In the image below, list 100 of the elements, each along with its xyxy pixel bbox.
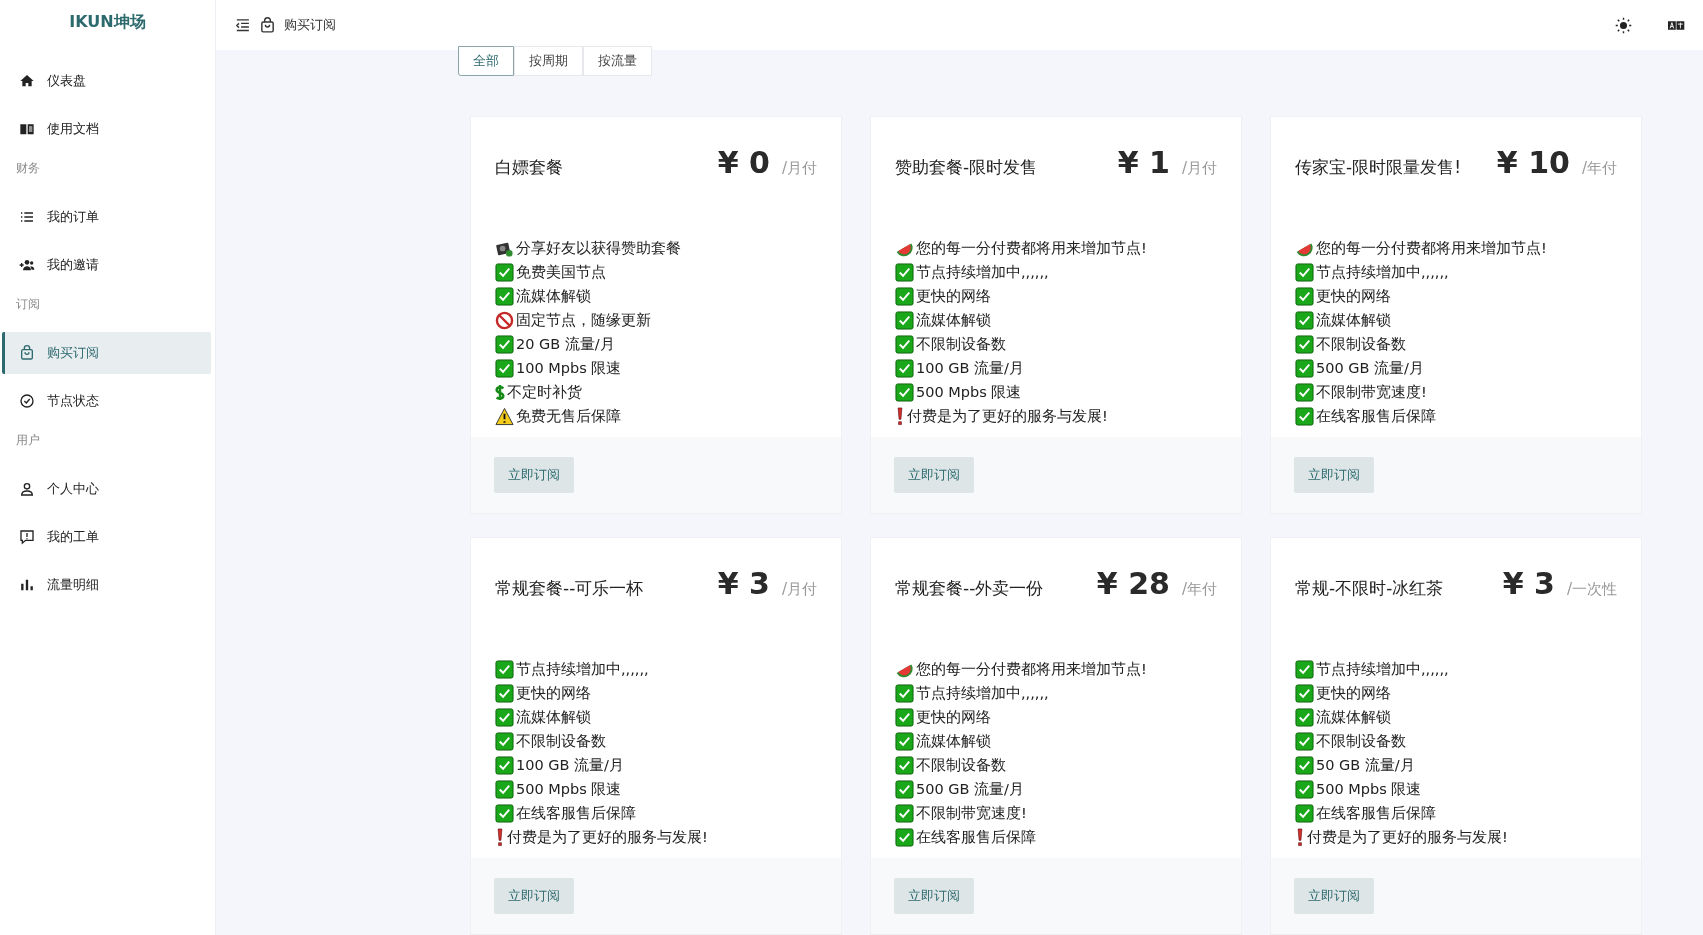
plan-name: 白嫖套餐 bbox=[495, 156, 564, 179]
sidebar-item[interactable]: 使用文档 bbox=[2, 108, 211, 150]
feature-text: 在线客服售后保障 bbox=[1316, 804, 1436, 823]
feature-text: 您的每一分付费都将用来增加节点! bbox=[1316, 239, 1547, 258]
check-circle-icon bbox=[19, 393, 35, 409]
feature-text: 不限制带宽速度! bbox=[1316, 383, 1427, 402]
feature-text: 分享好友以获得赞助套餐 bbox=[516, 239, 681, 258]
filter-tab[interactable]: 全部 bbox=[458, 46, 514, 76]
book-icon bbox=[19, 121, 35, 137]
add-users-icon bbox=[19, 257, 35, 273]
subscribe-button[interactable]: 立即订阅 bbox=[894, 457, 974, 493]
prohibited-icon bbox=[495, 311, 514, 330]
feedback-icon bbox=[19, 529, 35, 545]
sidebar-item[interactable]: 仪表盘 bbox=[2, 60, 211, 102]
checkbox-icon bbox=[495, 660, 514, 679]
checkbox-icon bbox=[895, 335, 914, 354]
checkbox-icon bbox=[895, 780, 914, 799]
feature-text: 不限制设备数 bbox=[916, 756, 1006, 775]
plan-price: ¥ 3 bbox=[1502, 566, 1555, 601]
feature-text: 更快的网络 bbox=[1316, 287, 1391, 306]
feature-text: 付费是为了更好的服务与发展! bbox=[1307, 828, 1508, 847]
checkbox-icon bbox=[1295, 756, 1314, 775]
feature-text: 不限制设备数 bbox=[1316, 335, 1406, 354]
subscribe-button[interactable]: 立即订阅 bbox=[494, 457, 574, 493]
feature-text: 不定时补货 bbox=[507, 383, 582, 402]
feature-text: 不限制设备数 bbox=[516, 732, 606, 751]
feature-text: 500 GB 流量/月 bbox=[916, 780, 1024, 799]
filter-tab[interactable]: 按流量 bbox=[583, 46, 652, 76]
sidebar-item[interactable]: 流量明细 bbox=[2, 564, 211, 606]
checkbox-icon bbox=[895, 684, 914, 703]
feature-text: 流媒体解锁 bbox=[516, 287, 591, 306]
sidebar-item[interactable]: 我的邀请 bbox=[2, 244, 211, 286]
subscribe-button[interactable]: 立即订阅 bbox=[1294, 878, 1374, 914]
feature-text: 20 GB 流量/月 bbox=[516, 335, 615, 354]
feature-text: 流媒体解锁 bbox=[516, 708, 591, 727]
billing-period: /年付 bbox=[1581, 159, 1617, 178]
sidebar-item[interactable]: 节点状态 bbox=[2, 380, 211, 422]
feature-text: 免费无售后保障 bbox=[516, 407, 621, 426]
billing-period: /年付 bbox=[1181, 580, 1217, 599]
sun-icon[interactable] bbox=[1615, 16, 1632, 34]
checkbox-icon bbox=[495, 780, 514, 799]
feature-text: 不限制设备数 bbox=[1316, 732, 1406, 751]
plan-price: ¥ 28 bbox=[1096, 566, 1170, 601]
bag-icon bbox=[19, 345, 35, 361]
plan-name: 常规套餐--外卖一份 bbox=[895, 577, 1045, 600]
feature-text: 在线客服售后保障 bbox=[916, 828, 1036, 847]
checkbox-icon bbox=[895, 708, 914, 727]
checkbox-icon bbox=[495, 804, 514, 823]
feature-text: 付费是为了更好的服务与发展! bbox=[907, 407, 1108, 426]
checkbox-icon bbox=[495, 335, 514, 354]
checkbox-icon bbox=[895, 756, 914, 775]
feature-text: 节点持续增加中,,,,,, bbox=[1316, 263, 1449, 282]
checkbox-icon bbox=[1295, 684, 1314, 703]
checkbox-icon bbox=[1295, 287, 1314, 306]
home-icon bbox=[19, 73, 35, 89]
checkbox-icon bbox=[1295, 407, 1314, 426]
checkbox-icon bbox=[495, 359, 514, 378]
billing-period: /月付 bbox=[781, 159, 817, 178]
checkbox-icon bbox=[495, 708, 514, 727]
feature-text: 更快的网络 bbox=[916, 287, 991, 306]
feature-text: 100 Mpbs 限速 bbox=[516, 359, 622, 378]
plan-name: 传家宝-限时限量发售! bbox=[1295, 156, 1462, 179]
checkbox-icon bbox=[495, 756, 514, 775]
checkbox-icon bbox=[495, 684, 514, 703]
warning-icon bbox=[495, 407, 514, 426]
feature-text: 您的每一分付费都将用来增加节点! bbox=[916, 239, 1147, 258]
person-icon bbox=[19, 481, 35, 497]
app-logo: IKUN坤场 bbox=[69, 11, 146, 33]
feature-text: 500 Mpbs 限速 bbox=[916, 383, 1022, 402]
feature-text: 不限制设备数 bbox=[916, 335, 1006, 354]
breadcrumb: 购买订阅 bbox=[284, 16, 336, 34]
subscribe-button[interactable]: 立即订阅 bbox=[494, 878, 574, 914]
feature-text: 您的每一分付费都将用来增加节点! bbox=[916, 660, 1147, 679]
feature-text: 流媒体解锁 bbox=[916, 311, 991, 330]
exclamation-icon bbox=[495, 828, 505, 847]
feature-text: 节点持续增加中,,,,,, bbox=[916, 263, 1049, 282]
feature-text: 不限制带宽速度! bbox=[916, 804, 1027, 823]
filter-tab[interactable]: 按周期 bbox=[514, 46, 583, 76]
checkbox-icon bbox=[1295, 804, 1314, 823]
collapse-menu-icon[interactable] bbox=[234, 16, 251, 34]
bar-chart-icon bbox=[19, 577, 35, 593]
sidebar-item[interactable]: 购买订阅 bbox=[2, 332, 211, 374]
sidebar-item[interactable]: 我的订单 bbox=[2, 196, 211, 238]
billing-period: /月付 bbox=[1181, 159, 1217, 178]
billing-period: /月付 bbox=[781, 580, 817, 599]
subscribe-button[interactable]: 立即订阅 bbox=[1294, 457, 1374, 493]
plan-price: ¥ 1 bbox=[1117, 145, 1170, 180]
feature-text: 50 GB 流量/月 bbox=[1316, 756, 1415, 775]
checkbox-icon bbox=[1295, 359, 1314, 378]
subscribe-button[interactable]: 立即订阅 bbox=[894, 878, 974, 914]
feature-text: 在线客服售后保障 bbox=[1316, 407, 1436, 426]
dollar-icon bbox=[495, 383, 505, 402]
feature-text: 500 Mpbs 限速 bbox=[516, 780, 622, 799]
feature-text: 100 GB 流量/月 bbox=[516, 756, 624, 775]
sidebar-item[interactable]: 我的工单 bbox=[2, 516, 211, 558]
checkbox-icon bbox=[1295, 311, 1314, 330]
sidebar-item[interactable]: 个人中心 bbox=[2, 468, 211, 510]
feature-text: 固定节点，随缘更新 bbox=[516, 311, 651, 330]
checkbox-icon bbox=[1295, 383, 1314, 402]
checkbox-icon bbox=[495, 732, 514, 751]
